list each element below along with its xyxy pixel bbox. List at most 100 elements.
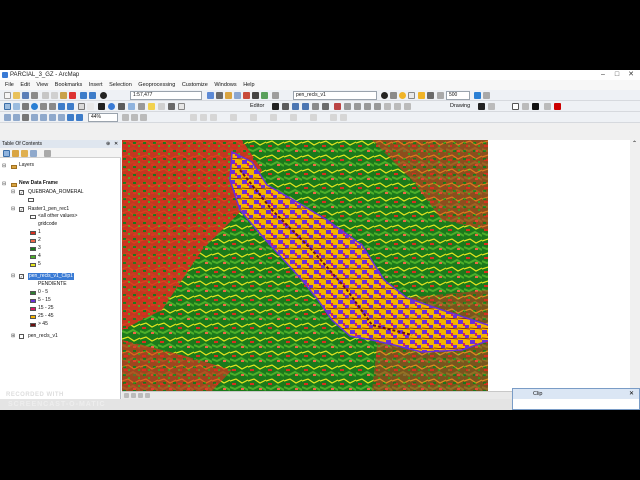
full-extent-icon[interactable] xyxy=(31,103,38,110)
close-button[interactable]: ✕ xyxy=(624,70,638,80)
add-data-icon[interactable] xyxy=(100,92,107,99)
menu-windows[interactable]: Windows xyxy=(214,82,236,88)
end-point-arc-icon[interactable] xyxy=(302,103,309,110)
list-by-source-icon[interactable] xyxy=(12,150,19,157)
expand-icon[interactable]: ⊟ xyxy=(2,164,6,169)
find-icon[interactable] xyxy=(118,103,125,110)
toc-item-data-frame[interactable]: New Data Frame xyxy=(19,180,58,187)
effects-contrast-icon[interactable] xyxy=(381,92,388,99)
toc-item-layers[interactable]: Layers xyxy=(19,162,34,169)
fixed-layout-zoom-out-icon[interactable] xyxy=(58,114,65,121)
flicker-icon[interactable] xyxy=(418,92,425,99)
drawing-menu[interactable]: Drawing xyxy=(450,102,470,111)
layout-zoom-in-icon[interactable] xyxy=(4,114,11,121)
go-back-icon[interactable] xyxy=(58,103,65,110)
go-forward-icon[interactable] xyxy=(67,103,74,110)
menu-file[interactable]: File xyxy=(5,82,14,88)
focus-data-frame-icon[interactable] xyxy=(131,114,138,121)
sketch-properties-icon[interactable] xyxy=(394,103,401,110)
georef-icon-4[interactable] xyxy=(230,114,237,121)
hyperlink-icon[interactable] xyxy=(148,103,155,110)
catalog-window-icon[interactable] xyxy=(225,92,232,99)
layer-select[interactable]: pen_recls_v1 xyxy=(293,91,377,100)
display-icon[interactable] xyxy=(427,92,434,99)
select-drawing-element-icon[interactable] xyxy=(478,103,485,110)
layer-visibility-checkbox[interactable]: ✓ xyxy=(19,207,24,212)
georef-icon-1[interactable] xyxy=(190,114,197,121)
clip-tool-window[interactable]: Clip ✕ xyxy=(512,388,640,410)
layout-view-icon[interactable] xyxy=(131,393,136,398)
menu-customize[interactable]: Customize xyxy=(182,82,208,88)
toc-options-icon[interactable] xyxy=(44,150,51,157)
refresh-icon[interactable] xyxy=(138,393,143,398)
menu-view[interactable]: View xyxy=(36,82,48,88)
toc-item-quebrada[interactable]: QUEBRADA_ROMERAL xyxy=(28,189,84,196)
data-view-icon[interactable] xyxy=(124,393,129,398)
point-icon[interactable] xyxy=(322,103,329,110)
fixed-zoom-in-icon[interactable] xyxy=(40,103,47,110)
split-icon[interactable] xyxy=(364,103,371,110)
layout-pan-icon[interactable] xyxy=(22,114,29,121)
georef-icon-2[interactable] xyxy=(200,114,207,121)
effects-transparency-icon[interactable] xyxy=(399,92,406,99)
cut-polygons-icon[interactable] xyxy=(354,103,361,110)
time-slider-icon[interactable] xyxy=(168,103,175,110)
zoom-out-icon[interactable] xyxy=(13,103,20,110)
font-color-icon[interactable] xyxy=(554,103,561,110)
new-document-icon[interactable] xyxy=(4,92,11,99)
list-by-drawing-order-icon[interactable] xyxy=(3,150,10,157)
pan-icon[interactable] xyxy=(22,103,29,110)
list-by-visibility-icon[interactable] xyxy=(21,150,28,157)
fixed-layout-zoom-in-icon[interactable] xyxy=(49,114,56,121)
cut-icon[interactable] xyxy=(42,92,49,99)
arcscene-icon[interactable] xyxy=(474,92,481,99)
resolution-field[interactable]: 500 xyxy=(446,91,470,100)
zoom-100-icon[interactable] xyxy=(40,114,47,121)
editor-toolbar-icon[interactable] xyxy=(207,92,214,99)
clip-close-icon[interactable]: ✕ xyxy=(629,389,634,399)
menu-edit[interactable]: Edit xyxy=(20,82,29,88)
expand-icon[interactable]: ⊟ xyxy=(11,274,15,279)
maximize-button[interactable]: □ xyxy=(610,70,624,80)
georef-icon-3[interactable] xyxy=(210,114,217,121)
layout-back-icon[interactable] xyxy=(67,114,74,121)
effects-brightness-icon[interactable] xyxy=(390,92,397,99)
scroll-up-icon[interactable]: ⌃ xyxy=(632,140,637,147)
layout-zoom-field[interactable]: 44% xyxy=(88,113,118,122)
change-layout-icon[interactable] xyxy=(140,114,147,121)
save-icon[interactable] xyxy=(22,92,29,99)
open-folder-icon[interactable] xyxy=(13,92,20,99)
select-elements-icon[interactable] xyxy=(98,103,105,110)
rectangle-icon[interactable] xyxy=(512,103,519,110)
resolution-icon[interactable] xyxy=(437,92,444,99)
model-builder-icon[interactable] xyxy=(261,92,268,99)
clear-selection-icon[interactable] xyxy=(87,103,94,110)
layer-visibility-checkbox[interactable]: ✓ xyxy=(19,190,24,195)
georef-icon-10[interactable] xyxy=(340,114,347,121)
menu-insert[interactable]: Insert xyxy=(89,82,103,88)
identify-icon[interactable] xyxy=(108,103,115,110)
edit-tool-icon[interactable] xyxy=(272,103,279,110)
map-display[interactable] xyxy=(122,140,636,391)
toc-window-icon[interactable] xyxy=(216,92,223,99)
map-scale-field[interactable]: 1:57,477 xyxy=(130,91,202,100)
menu-bookmarks[interactable]: Bookmarks xyxy=(55,82,83,88)
attributes-icon[interactable] xyxy=(384,103,391,110)
undo-icon[interactable] xyxy=(80,92,87,99)
zoom-whole-page-icon[interactable] xyxy=(31,114,38,121)
georef-icon-8[interactable] xyxy=(310,114,317,121)
text-font-icon[interactable] xyxy=(532,103,539,110)
create-features-icon[interactable] xyxy=(404,103,411,110)
pin-icon[interactable]: ⊕ xyxy=(106,140,110,148)
menu-geoprocessing[interactable]: Geoprocessing xyxy=(138,82,175,88)
print-icon[interactable] xyxy=(31,92,38,99)
menu-selection[interactable]: Selection xyxy=(109,82,132,88)
search-window-icon[interactable] xyxy=(234,92,241,99)
python-window-icon[interactable] xyxy=(252,92,259,99)
toc-item-clip-layer-selected[interactable]: pen_recls_v1_Clip1 xyxy=(28,273,74,280)
toc-item-recls[interactable]: pen_recls_v1 xyxy=(28,333,58,340)
help-icon[interactable] xyxy=(272,92,279,99)
georef-icon-9[interactable] xyxy=(330,114,337,121)
trace-icon[interactable] xyxy=(312,103,319,110)
expand-icon[interactable]: ⊟ xyxy=(11,190,15,195)
